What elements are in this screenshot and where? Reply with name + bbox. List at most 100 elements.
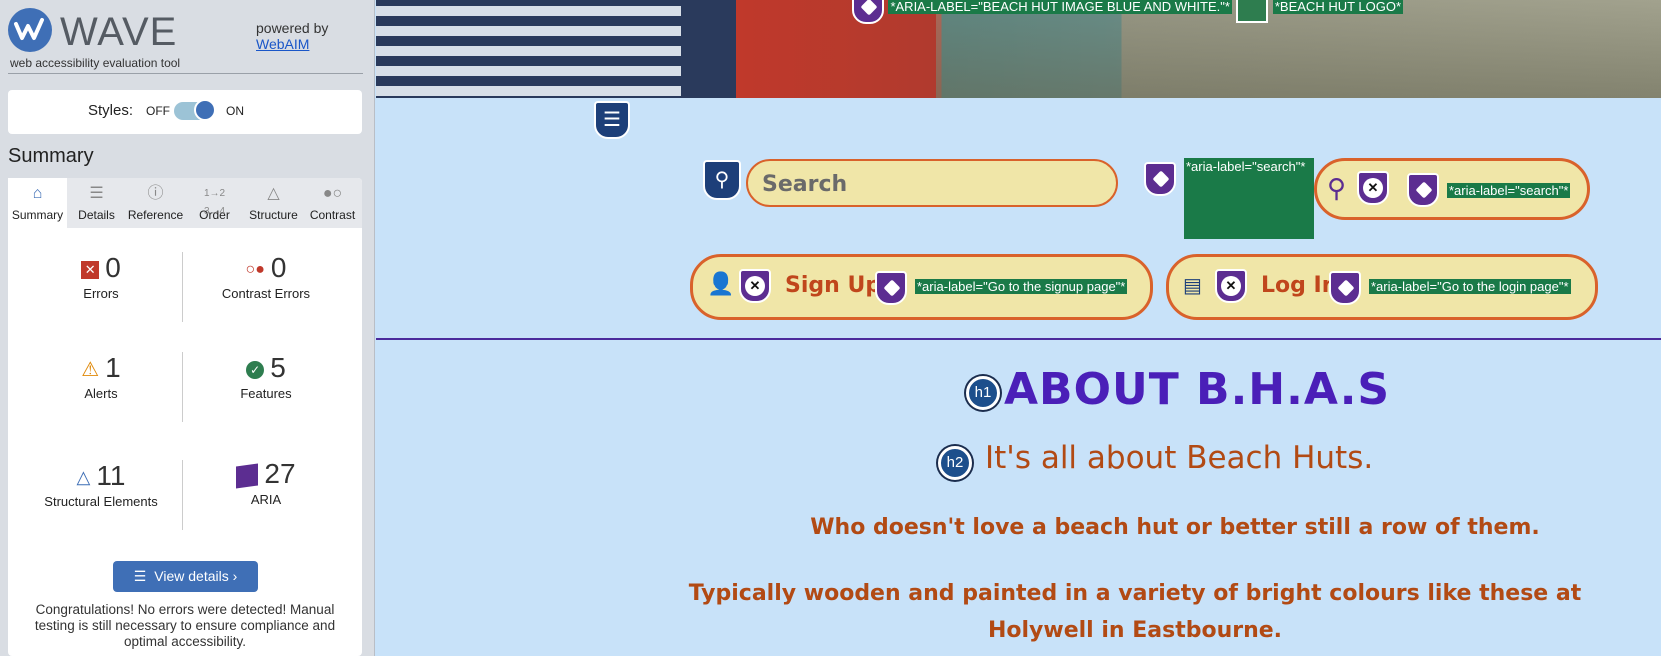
login-icon: ▤ [1183, 275, 1202, 297]
errors-stat[interactable]: ✕ 0 Errors [21, 252, 181, 301]
list-icon: ☰ [133, 568, 147, 584]
tab-contrast[interactable]: ●○ Contrast [303, 178, 362, 228]
aria-icon [236, 463, 259, 489]
hut-stripe [376, 66, 681, 76]
contrast-icon: ●○ [322, 185, 343, 202]
signup-button[interactable]: 👤 Sign Up *aria-label="Go to the signup … [690, 254, 1153, 320]
wave-tagline: web accessibility evaluation tool [10, 56, 181, 70]
aria-label-tag: *aria-label="Go to the login page"* [1369, 279, 1571, 294]
tab-label: Details [78, 208, 115, 222]
stat-divider [182, 460, 183, 530]
hut-stripe [376, 46, 681, 56]
aria-label-tag: *aria-label="search"* [1184, 159, 1308, 174]
error-badge-icon[interactable] [1215, 269, 1247, 303]
congrats-message: Congratulations! No errors were detected… [34, 602, 336, 649]
stat-divider [182, 252, 183, 322]
styles-off-label: OFF [146, 104, 170, 118]
view-details-button[interactable]: ☰ View details › [113, 561, 258, 592]
alerts-stat[interactable]: ⚠ 1 Alerts [21, 352, 181, 401]
tab-reference[interactable]: ⓘ Reference [126, 178, 185, 228]
search-label-icon[interactable]: ⚲ [703, 160, 741, 200]
alert-icon: ⚠ [81, 359, 100, 382]
tab-label: Summary [11, 208, 64, 222]
errors-count: 0 [105, 252, 121, 283]
aria-label-icon[interactable] [1407, 173, 1439, 207]
h1-badge-icon[interactable]: h1 [966, 376, 1000, 410]
search-button[interactable]: ⚲ *aria-label="search"* [1314, 158, 1590, 220]
info-icon: ⓘ [147, 185, 164, 202]
tab-order[interactable]: 1→2 3→4 Order [185, 178, 244, 228]
section-divider [376, 338, 1661, 340]
structural-stat[interactable]: △ 11 Structural Elements [21, 460, 181, 509]
description-paragraph: Typically wooden and painted in a variet… [688, 581, 1582, 643]
aria-count: 27 [264, 458, 296, 489]
aria-label-icon[interactable] [1329, 271, 1361, 305]
contrast-errors-count: 0 [270, 252, 287, 283]
structural-label: Structural Elements [44, 494, 158, 509]
error-badge-icon[interactable] [1357, 171, 1389, 205]
home-icon: ⌂ [32, 185, 43, 202]
hut-stripe [376, 86, 681, 96]
aria-label-icon[interactable] [875, 271, 907, 305]
wave-sidebar: WAVE web accessibility evaluation tool p… [0, 0, 375, 656]
wave-logo-icon [8, 8, 52, 52]
features-label: Features [240, 386, 292, 401]
features-stat[interactable]: ✓ 5 Features [186, 352, 346, 401]
intro-paragraph: Who doesn't love a beach hut or better s… [810, 515, 1540, 540]
image-alt-icon[interactable] [1236, 0, 1269, 23]
feature-check-icon: ✓ [246, 360, 265, 379]
alerts-count: 1 [105, 352, 121, 383]
errors-label: Errors [83, 286, 119, 301]
tab-structure[interactable]: △ Structure [244, 178, 303, 228]
aria-label-tag: *aria-label="search"* [1447, 183, 1571, 198]
aria-label: ARIA [250, 492, 282, 507]
features-count: 5 [270, 352, 286, 383]
structure-icon: △ [76, 467, 91, 488]
styles-toggle-box: Styles: OFF ON [8, 90, 362, 134]
tab-label: Structure [249, 208, 298, 222]
hero-image: *ARIA-LABEL="BEACH HUT IMAGE BLUE AND WH… [376, 0, 1661, 98]
contrast-errors-label: Contrast Errors [221, 286, 311, 301]
tab-summary[interactable]: ⌂ Summary [8, 178, 67, 228]
search-icon: ⚲ [1327, 173, 1347, 203]
styles-label: Styles: [88, 102, 134, 119]
alt-text-tag: *BEACH HUT LOGO* [1272, 0, 1404, 15]
h2-badge-icon[interactable]: h2 [938, 446, 972, 480]
aria-label-tag: *aria-label="Go to the signup page"* [915, 279, 1128, 294]
hut-stripe [376, 6, 681, 16]
login-button[interactable]: ▤ Log In *aria-label="Go to the login pa… [1166, 254, 1598, 320]
summary-heading: Summary [8, 145, 94, 167]
powered-by-label: powered by [256, 20, 329, 36]
alerts-label: Alerts [84, 386, 118, 401]
structure-icon: △ [267, 185, 280, 202]
styles-on-label: ON [226, 104, 244, 118]
structural-count: 11 [96, 460, 126, 491]
wave-title: WAVE [60, 10, 178, 54]
contrast-errors-stat[interactable]: ○● 0 Contrast Errors [186, 252, 346, 301]
nav-landmark-icon[interactable]: ☰ [594, 101, 630, 139]
aria-label-icon[interactable] [1144, 162, 1176, 196]
tab-details[interactable]: ☰ Details [67, 178, 126, 228]
hero-aria-annotation: *ARIA-LABEL="BEACH HUT IMAGE BLUE AND WH… [852, 0, 1404, 24]
aria-label-icon[interactable] [852, 0, 884, 24]
powered-by: powered by WebAIM [256, 20, 328, 52]
error-badge-icon[interactable] [739, 269, 771, 303]
contrast-error-icon: ○● [245, 260, 265, 278]
hut-stripe [376, 26, 681, 36]
add-user-icon: 👤 [707, 271, 735, 296]
search-aria-block: *aria-label="search"* [1184, 158, 1314, 239]
stat-divider [182, 352, 183, 422]
aria-stat[interactable]: 27 ARIA [186, 458, 346, 507]
login-label: Log In [1261, 273, 1338, 298]
search-placeholder: Search [762, 172, 848, 197]
tab-bar: ⌂ Summary ☰ Details ⓘ Reference 1→2 3→4 O… [8, 178, 362, 228]
view-details-label: View details › [154, 568, 238, 584]
signup-label: Sign Up [785, 273, 882, 298]
page-heading-h1: ABOUT B.H.A.S [1004, 364, 1391, 415]
page-heading-h2: It's all about Beach Huts. [985, 440, 1374, 476]
tab-label: Contrast [309, 208, 356, 222]
styles-toggle-knob[interactable] [194, 99, 216, 121]
list-icon: ☰ [89, 185, 104, 202]
webaim-link[interactable]: WebAIM [256, 36, 328, 52]
search-input[interactable]: Search [746, 159, 1118, 207]
